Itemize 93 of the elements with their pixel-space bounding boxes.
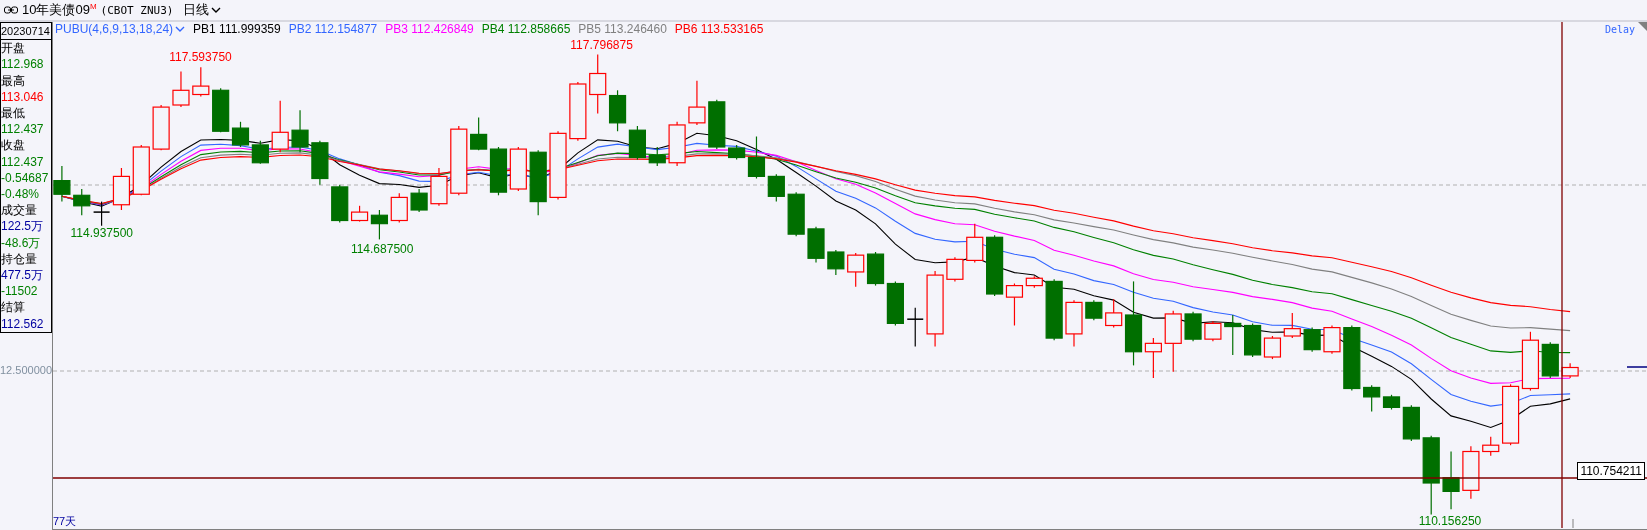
candlestick — [73, 188, 91, 216]
corner-triangle-icon — [1638, 22, 1647, 31]
legend-value: PB3 112.426849 — [385, 22, 474, 36]
candlestick — [430, 167, 448, 207]
legend-value: PB4 112.858665 — [481, 22, 571, 36]
candlestick — [1085, 299, 1103, 321]
candlestick — [410, 188, 428, 213]
field-label: 持仓量 — [1, 250, 38, 268]
contract-code: (CBOT ZNU3) — [100, 3, 174, 17]
candlestick — [450, 125, 468, 196]
candlestick — [1303, 327, 1321, 353]
field-label: 收盘 — [1, 137, 26, 154]
candlestick — [132, 144, 150, 196]
candlestick — [509, 146, 527, 192]
candlestick — [53, 165, 71, 203]
indicator-dropdown[interactable]: PUBU(4,6,9,13,18,24) — [55, 22, 186, 36]
field-value: -0.48% — [1, 186, 41, 203]
legend-value: PB5 113.246460 — [578, 22, 667, 36]
legend-value: PB1 111.999359 — [193, 22, 281, 36]
candlestick — [1462, 445, 1480, 500]
candlestick — [1045, 278, 1063, 341]
field-value: 113.046 — [1, 88, 45, 105]
candlestick — [549, 130, 567, 201]
cursor-price-label: 110.754211 — [1577, 462, 1645, 480]
candlestick — [1323, 324, 1341, 355]
candlestick — [1164, 310, 1182, 373]
candlestick — [192, 66, 210, 98]
candlestick — [608, 89, 627, 132]
price-annotation: 117.796875 — [570, 38, 633, 53]
price-axis-label: 12.500000 — [0, 364, 52, 376]
candlestick — [1224, 314, 1242, 356]
field-value: 112.562 — [1, 315, 45, 332]
price-annotation: 114.937500 — [70, 226, 134, 241]
candlestick — [529, 149, 547, 216]
candlestick — [668, 121, 686, 167]
field-value: 122.5万 — [1, 218, 45, 235]
candlestick — [787, 191, 805, 237]
field-label: 最高 — [1, 72, 26, 89]
period-dropdown[interactable]: 日线 — [183, 1, 222, 19]
field-value: 112.968 — [1, 56, 45, 73]
price-annotation: 117.593750 — [169, 49, 232, 64]
candlestick — [708, 99, 726, 150]
candlestick — [628, 125, 646, 161]
candlestick — [291, 109, 309, 153]
candlestick — [648, 146, 666, 167]
candlestick — [688, 80, 706, 126]
field-label: 结算 — [1, 299, 26, 316]
field-label: 最低 — [1, 105, 26, 122]
field-value: -0.54687 — [1, 169, 50, 187]
candlestick — [251, 140, 269, 165]
candlestick — [1442, 450, 1460, 510]
legend-value: PB2 112.154877 — [288, 22, 378, 36]
symbol-name: 10年美债09$^{M}$ — [22, 1, 97, 19]
chevron-down-icon — [175, 26, 186, 32]
field-value: 112.437 — [1, 121, 45, 138]
candlestick — [886, 280, 904, 327]
candlestick — [1482, 436, 1500, 457]
candlestick — [152, 104, 170, 151]
candlestick — [906, 307, 924, 348]
candlestick — [1502, 383, 1520, 446]
field-value: -48.6万 — [1, 234, 42, 251]
candlestick — [1283, 312, 1301, 339]
date-label: 20230714 — [1, 22, 51, 41]
legend-value: PB6 113.533165 — [674, 22, 764, 36]
candlestick — [807, 226, 825, 264]
candlestick — [1184, 311, 1202, 342]
candlestick — [390, 192, 408, 224]
chevron-down-icon — [211, 7, 222, 13]
candlestick — [946, 256, 964, 282]
candlestick — [271, 100, 289, 153]
price-annotation: 110.156250 — [1418, 514, 1482, 528]
field-value: -11502 — [1, 283, 39, 300]
candlestick — [827, 249, 845, 276]
day-count: 77天 — [53, 514, 77, 529]
candlestick — [1561, 362, 1579, 379]
candlestick — [589, 54, 607, 114]
field-label: 成交量 — [1, 202, 38, 219]
candlestick — [1204, 320, 1222, 342]
field-label: 开盘 — [1, 40, 26, 57]
candlestick — [172, 70, 190, 108]
candlestick — [1343, 324, 1361, 392]
candlestick — [1065, 299, 1083, 348]
delay-label: Delay — [1604, 24, 1635, 35]
candlestick — [847, 252, 865, 288]
field-value: 477.5万 — [1, 267, 45, 284]
candlestick — [866, 251, 885, 287]
link-icon[interactable] — [4, 6, 18, 14]
candlestick — [986, 234, 1004, 297]
candlestick — [966, 223, 984, 264]
candlestick — [569, 81, 587, 142]
candlestick — [311, 140, 329, 186]
price-annotation: 114.687500 — [350, 242, 414, 257]
field-value: 112.437 — [1, 153, 45, 170]
